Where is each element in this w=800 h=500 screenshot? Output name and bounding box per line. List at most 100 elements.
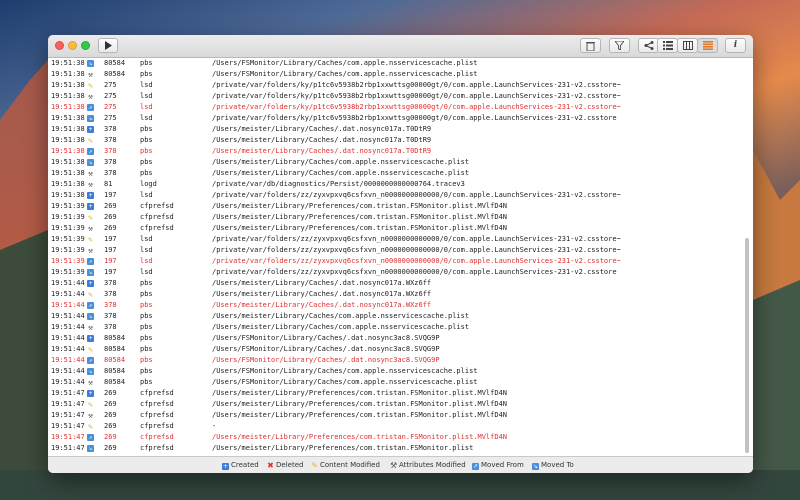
event-process: lsd (140, 103, 153, 111)
event-process: pbs (140, 279, 153, 287)
event-row[interactable]: 19:51:39 ⚒ 269 cfprefsd/Users/meister/Libra… (48, 223, 743, 234)
event-pid: 275 (104, 103, 117, 111)
moved-to-icon: ↘ (87, 60, 94, 67)
event-pid: 80584 (104, 334, 126, 342)
attributes-modified-icon: ⚒ (88, 246, 93, 255)
event-row[interactable]: 19:51:47 +269 cfprefsd/Users/meister/Libra… (48, 388, 743, 399)
event-row[interactable]: 19:51:47 ⚒ 269 cfprefsd/Users/meister/Libra… (48, 410, 743, 421)
legend-bar: + Created ✖ Deleted ✎ Content Modified ⚒ Attrib… (48, 456, 753, 473)
event-time: 19:51:39 (51, 213, 85, 221)
minimize-window-button[interactable] (68, 41, 77, 50)
rows-view-button[interactable] (697, 38, 718, 53)
event-process: cfprefsd (140, 433, 174, 441)
event-row[interactable]: 19:51:44 ↘ 378 pbs/Users/meister/Library/Ca… (48, 311, 743, 322)
event-row[interactable]: 19:51:47 ✎ 269 cfprefsd/Users/meister/Libra… (48, 399, 743, 410)
event-process: lsd (140, 257, 153, 265)
event-row[interactable]: 19:51:38 ↗ 275 lsd/private/var/folders/ky/p… (48, 102, 743, 113)
clear-button[interactable] (580, 38, 601, 53)
event-row[interactable]: 19:51:44 ✎ 80584 pbs/Users/FSMonitor/Librar… (48, 344, 743, 355)
event-path: /Users/meister/Library/Caches/.dat.nosyn… (212, 279, 432, 287)
event-row[interactable]: 19:51:38 ↘ 80584 pbs/Users/FSMonitor/Librar… (48, 58, 743, 69)
event-row[interactable]: 19:51:44 ↗ 80584 pbs/Users/FSMonitor/Librar… (48, 355, 743, 366)
event-row[interactable]: 19:51:39 ✎ 269 cfprefsd/Users/meister/Libra… (48, 212, 743, 223)
event-row[interactable]: 19:51:47 ↗ 269 cfprefsd/Users/meister/Libra… (48, 432, 743, 443)
event-pid: 269 (104, 411, 117, 419)
info-button[interactable]: i (725, 38, 746, 53)
event-path: /Users/FSMonitor/Library/Caches/.dat.nos… (212, 345, 440, 353)
event-path: /Users/meister/Library/Caches/com.apple.… (212, 323, 470, 331)
share-button[interactable] (638, 38, 659, 53)
list-view-button[interactable] (657, 38, 678, 53)
created-icon: + (87, 192, 94, 199)
event-row[interactable]: 19:51:47 ✎ 269 cfprefsd - (48, 421, 743, 432)
event-pid: 378 (104, 125, 117, 133)
event-time: 19:51:44 (51, 334, 85, 342)
event-row[interactable]: 19:51:44 ✎ 378 pbs/Users/meister/Library/Ca… (48, 289, 743, 300)
event-process: lsd (140, 246, 153, 254)
event-row[interactable]: 19:51:38 ✎ 378 pbs/Users/meister/Library/Ca… (48, 135, 743, 146)
event-pid: 80584 (104, 59, 126, 67)
event-pid: 81 (104, 180, 113, 188)
event-row[interactable]: 19:51:39 ⚒ 197 lsd/private/var/folders/zz/z… (48, 245, 743, 256)
event-row[interactable]: 19:51:38 ↗ 378 pbs/Users/meister/Library/Ca… (48, 146, 743, 157)
filter-button[interactable] (609, 38, 630, 53)
event-time: 19:51:47 (51, 411, 85, 419)
event-row[interactable]: 19:51:39 ↘ 197 lsd/private/var/folders/zz/z… (48, 267, 743, 278)
attributes-modified-icon: ⚒ (88, 92, 93, 101)
event-process: pbs (140, 378, 153, 386)
event-path: /Users/meister/Library/Caches/com.apple.… (212, 158, 470, 166)
event-process: pbs (140, 158, 153, 166)
event-row[interactable]: 19:51:39 ✎ 197 lsd/private/var/folders/zz/z… (48, 234, 743, 245)
event-pid: 197 (104, 257, 117, 265)
event-process: lsd (140, 268, 153, 276)
legend-item-modified: ✎ Content Modified (311, 461, 380, 470)
event-path: /Users/meister/Library/Caches/com.apple.… (212, 312, 470, 320)
content-modified-icon: ✎ (88, 400, 93, 409)
event-process: lsd (140, 81, 153, 89)
event-row[interactable]: 19:51:38 ⚒ 81 logd/private/var/db/diagnosti… (48, 179, 743, 190)
event-row[interactable]: 19:51:44 +378 pbs/Users/meister/Library/Ca… (48, 278, 743, 289)
created-icon: + (87, 203, 94, 210)
event-row[interactable]: 19:51:44 ⚒ 80584 pbs/Users/FSMonitor/Librar… (48, 377, 743, 388)
event-path: /private/var/db/diagnostics/Persist/0000… (212, 180, 465, 188)
event-process: cfprefsd (140, 422, 174, 430)
event-row[interactable]: 19:51:38 ⚒ 80584 pbs/Users/FSMonitor/Librar… (48, 69, 743, 80)
content-modified-icon: ✎ (88, 136, 93, 145)
event-row[interactable]: 19:51:39 +269 cfprefsd/Users/meister/Libra… (48, 201, 743, 212)
columns-view-button[interactable] (677, 38, 698, 53)
filter-icon (613, 40, 626, 51)
trash-icon (586, 42, 595, 52)
event-process: pbs (140, 367, 153, 375)
event-time: 19:51:38 (51, 191, 85, 199)
event-row[interactable]: 19:51:38 +197 lsd/private/var/folders/zz/z… (48, 190, 743, 201)
event-row[interactable]: 19:51:38 ↘ 275 lsd/private/var/folders/ky/p… (48, 113, 743, 124)
event-process: pbs (140, 290, 153, 298)
event-row[interactable]: 19:51:44 +80584 pbs/Users/FSMonitor/Librar… (48, 333, 743, 344)
vertical-scrollbar[interactable] (745, 238, 749, 453)
zoom-window-button[interactable] (81, 41, 90, 50)
event-pid: 80584 (104, 345, 126, 353)
play-icon (105, 41, 112, 50)
event-row[interactable]: 19:51:38 ⚒ 378 pbs/Users/meister/Library/Ca… (48, 168, 743, 179)
close-window-button[interactable] (55, 41, 64, 50)
event-pid: 378 (104, 136, 117, 144)
event-row[interactable]: 19:51:44 ⚒ 378 pbs/Users/meister/Library/Ca… (48, 322, 743, 333)
event-row[interactable]: 19:51:38 ⚒ 275 lsd/private/var/folders/ky/p… (48, 91, 743, 102)
event-pid: 378 (104, 169, 117, 177)
event-row[interactable]: 19:51:38 ↘ 378 pbs/Users/meister/Library/Ca… (48, 157, 743, 168)
event-row[interactable]: 19:51:39 ↗ 197 lsd/private/var/folders/zz/z… (48, 256, 743, 267)
event-pid: 378 (104, 312, 117, 320)
legend-label: Attributes Modified (399, 461, 466, 469)
event-list[interactable]: 19:51:38 ↘ 80584 pbs/Users/FSMonitor/Librar… (48, 58, 743, 456)
event-row[interactable]: 19:51:38 ✎ 275 lsd/private/var/folders/ky/p… (48, 80, 743, 91)
legend-item-moved-to: ↘ Moved To (532, 461, 574, 470)
play-button[interactable] (98, 38, 118, 53)
event-path: /Users/meister/Library/Caches/.dat.nosyn… (212, 125, 432, 133)
event-time: 19:51:38 (51, 136, 85, 144)
event-row[interactable]: 19:51:44 ↘ 80584 pbs/Users/FSMonitor/Librar… (48, 366, 743, 377)
event-row[interactable]: 19:51:38 +378 pbs/Users/meister/Library/Ca… (48, 124, 743, 135)
event-pid: 275 (104, 92, 117, 100)
event-row[interactable]: 19:51:44 ↗ 378 pbs/Users/meister/Library/Ca… (48, 300, 743, 311)
event-row[interactable]: 19:51:47 ↘ 269 cfprefsd/Users/meister/Libra… (48, 443, 743, 454)
event-path: /private/var/folders/zz/zyxvpxvq6csfxvn_… (212, 246, 621, 254)
